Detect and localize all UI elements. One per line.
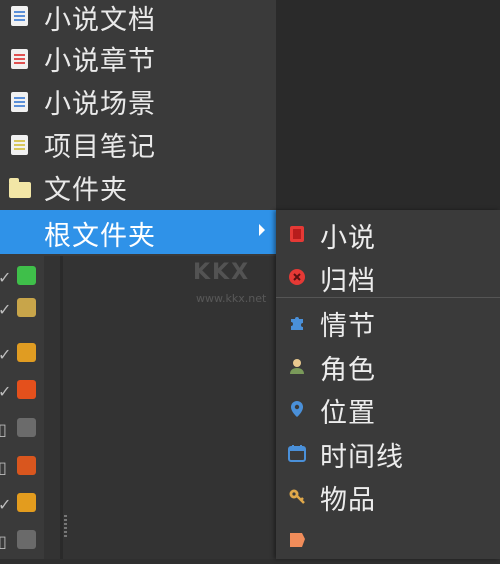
submenu-arrow-icon — [259, 224, 265, 236]
menu-item-label: 小说场景 — [44, 89, 156, 120]
status-row[interactable]: ✓ — [0, 288, 44, 332]
submenu-separator — [276, 297, 500, 298]
menu-item-label: 文件夹 — [44, 175, 128, 206]
root-folder-submenu: 小说 归档 情节 角色 位置 时间线 物品 — [276, 210, 500, 559]
menu-item-label: 小说章节 — [44, 46, 156, 77]
chapter-doc-icon — [11, 49, 28, 69]
key-icon — [289, 489, 305, 504]
watermark-url: www.kkx.net — [196, 292, 267, 305]
plot-icon — [291, 317, 303, 330]
archive-icon — [289, 269, 305, 285]
menu-item-novel-scene[interactable]: 小说场景 — [0, 80, 276, 124]
menu-item-label: 小说文档 — [44, 5, 156, 36]
check-icon: ✓ — [0, 300, 12, 319]
partial-icon — [290, 533, 305, 547]
check-icon: ✓ — [0, 345, 12, 364]
panel-divider[interactable] — [60, 256, 63, 559]
menu-item-label: 根文件夹 — [44, 221, 156, 252]
editor-area — [276, 0, 500, 210]
menu-item-novel-document[interactable]: 小说文档 — [0, 0, 276, 37]
check-icon: ✓ — [0, 268, 12, 287]
submenu-item-character[interactable]: 角色 — [276, 344, 500, 388]
status-swatch — [17, 493, 36, 512]
status-row[interactable]: ▯ — [0, 520, 44, 564]
menu-item-folder[interactable]: 文件夹 — [0, 166, 276, 210]
menu-item-label: 项目笔记 — [44, 132, 156, 163]
submenu-item-location[interactable]: 位置 — [276, 387, 500, 431]
submenu-item-archive[interactable]: 归档 — [276, 255, 500, 299]
status-swatch — [17, 298, 36, 317]
watermark-logo: KKX — [193, 260, 251, 285]
check-icon: ▯ — [0, 420, 7, 439]
timeline-icon — [288, 445, 306, 462]
menu-item-root-folder[interactable]: 根文件夹 — [0, 210, 276, 254]
submenu-item-partial[interactable] — [276, 518, 500, 562]
submenu-item-plot[interactable]: 情节 — [276, 300, 500, 344]
notes-doc-icon — [11, 135, 28, 155]
resize-handle[interactable] — [64, 515, 67, 537]
submenu-item-label: 物品 — [320, 485, 376, 516]
check-icon: ✓ — [0, 382, 12, 401]
context-menu: 小说文档 小说章节 小说场景 项目笔记 文件夹 根文件夹 — [0, 0, 276, 256]
submenu-item-label: 小说 — [320, 223, 376, 254]
submenu-item-label: 角色 — [320, 355, 376, 386]
status-swatch — [17, 530, 36, 549]
check-icon: ✓ — [0, 495, 12, 514]
submenu-item-label: 情节 — [320, 311, 376, 342]
submenu-item-label: 归档 — [320, 266, 376, 297]
novel-doc-icon — [11, 6, 28, 26]
submenu-item-item[interactable]: 物品 — [276, 474, 500, 518]
novel-icon — [290, 226, 304, 242]
menu-item-project-notes[interactable]: 项目笔记 — [0, 123, 276, 167]
status-swatch — [17, 343, 36, 362]
menu-item-novel-chapter[interactable]: 小说章节 — [0, 37, 276, 81]
character-icon — [290, 359, 304, 374]
check-icon: ▯ — [0, 458, 7, 477]
check-icon: ▯ — [0, 532, 7, 551]
folder-icon — [9, 178, 31, 198]
submenu-item-timeline[interactable]: 时间线 — [276, 431, 500, 475]
status-swatch — [17, 418, 36, 437]
status-swatch — [17, 380, 36, 399]
submenu-item-label: 位置 — [320, 398, 376, 429]
scene-doc-icon — [11, 92, 28, 112]
submenu-item-novel[interactable]: 小说 — [276, 212, 500, 256]
status-swatch — [17, 266, 36, 285]
location-icon — [291, 401, 303, 417]
submenu-item-label: 时间线 — [320, 442, 404, 473]
status-swatch — [17, 456, 36, 475]
